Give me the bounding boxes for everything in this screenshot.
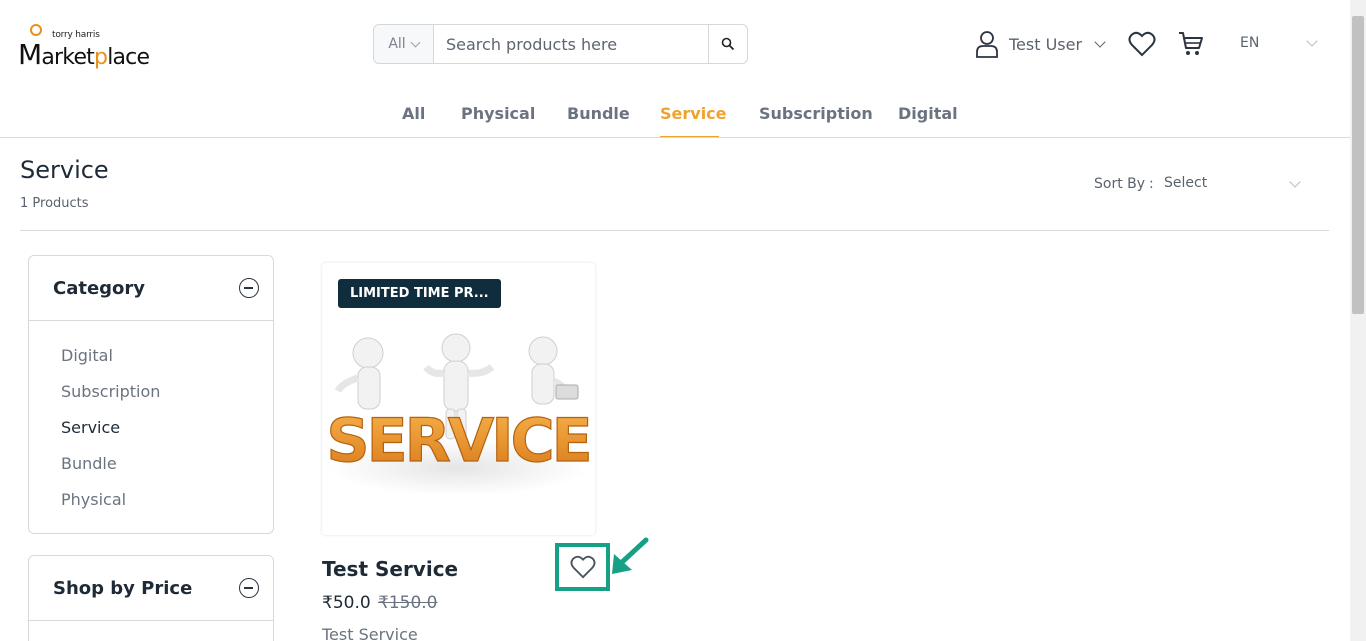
cart-button[interactable] xyxy=(1178,30,1204,62)
nav-divider xyxy=(0,137,1350,138)
product-image[interactable]: SERVICE LIMITED TIME PR... xyxy=(322,263,595,535)
pointer-arrow-icon xyxy=(612,537,649,574)
sort-separator: : xyxy=(1149,176,1154,192)
tab-bundle[interactable]: Bundle xyxy=(567,104,630,123)
search-button[interactable] xyxy=(708,25,747,63)
price-filter-title: Shop by Price xyxy=(53,578,193,599)
collapse-icon[interactable] xyxy=(239,278,259,298)
category-item-physical[interactable]: Physical xyxy=(61,490,126,509)
product-name[interactable]: Test Service xyxy=(322,557,458,581)
product-count: 1 Products xyxy=(20,196,89,211)
chevron-down-icon[interactable] xyxy=(1306,35,1318,47)
chevron-down-icon xyxy=(410,37,421,47)
user-menu[interactable]: Test User xyxy=(975,29,1106,59)
sort-label: Sort By xyxy=(1094,176,1146,192)
category-item-bundle[interactable]: Bundle xyxy=(61,454,117,473)
price-filter-header: Shop by Price xyxy=(29,556,273,621)
search-bar: All xyxy=(373,24,748,64)
category-filter-panel: Category Digital Subscription Service Bu… xyxy=(28,255,274,534)
tab-subscription[interactable]: Subscription xyxy=(759,104,873,123)
category-filter-header: Category xyxy=(29,256,273,321)
search-icon xyxy=(721,37,735,51)
collapse-icon[interactable] xyxy=(239,578,259,598)
chevron-down-icon[interactable] xyxy=(1289,176,1301,188)
sort-select[interactable]: Select xyxy=(1164,175,1207,191)
search-input[interactable] xyxy=(434,25,708,63)
category-item-subscription[interactable]: Subscription xyxy=(61,382,160,401)
marketplace-logo[interactable]: torry harris Marketplace xyxy=(18,22,150,71)
wishlist-button[interactable] xyxy=(1128,31,1156,61)
product-subtitle: Test Service xyxy=(322,625,418,641)
cart-icon xyxy=(1179,32,1203,55)
user-name: Test User xyxy=(1009,34,1083,54)
category-item-service[interactable]: Service xyxy=(61,418,120,437)
limited-time-badge: LIMITED TIME PR... xyxy=(338,279,501,308)
search-category-select[interactable]: All xyxy=(374,25,434,63)
category-item-digital[interactable]: Digital xyxy=(61,346,113,365)
tab-service[interactable]: Service xyxy=(660,104,727,123)
chevron-down-icon xyxy=(1094,35,1106,48)
tab-digital[interactable]: Digital xyxy=(898,104,958,123)
page-title: Service xyxy=(20,156,109,184)
page-divider xyxy=(20,230,1329,231)
add-to-wishlist-button[interactable] xyxy=(555,543,610,591)
heart-icon xyxy=(570,555,595,579)
scrollbar-thumb[interactable] xyxy=(1352,16,1364,314)
price-filter-panel: Shop by Price xyxy=(28,555,274,641)
tab-all[interactable]: All xyxy=(402,104,425,123)
product-original-price: ₹150.0 xyxy=(378,593,438,613)
category-filter-title: Category xyxy=(53,278,146,299)
search-category-label: All xyxy=(388,36,406,52)
category-tabs: All Physical Bundle Service Subscription… xyxy=(0,96,1350,138)
tab-physical[interactable]: Physical xyxy=(461,104,535,123)
user-icon xyxy=(976,31,998,58)
language-select[interactable]: EN xyxy=(1240,35,1259,51)
heart-icon xyxy=(1128,31,1156,57)
product-price: ₹50.0 xyxy=(322,593,371,613)
service-image-text: SERVICE xyxy=(326,406,589,476)
logo-wordmark: Marketplace xyxy=(18,38,150,71)
